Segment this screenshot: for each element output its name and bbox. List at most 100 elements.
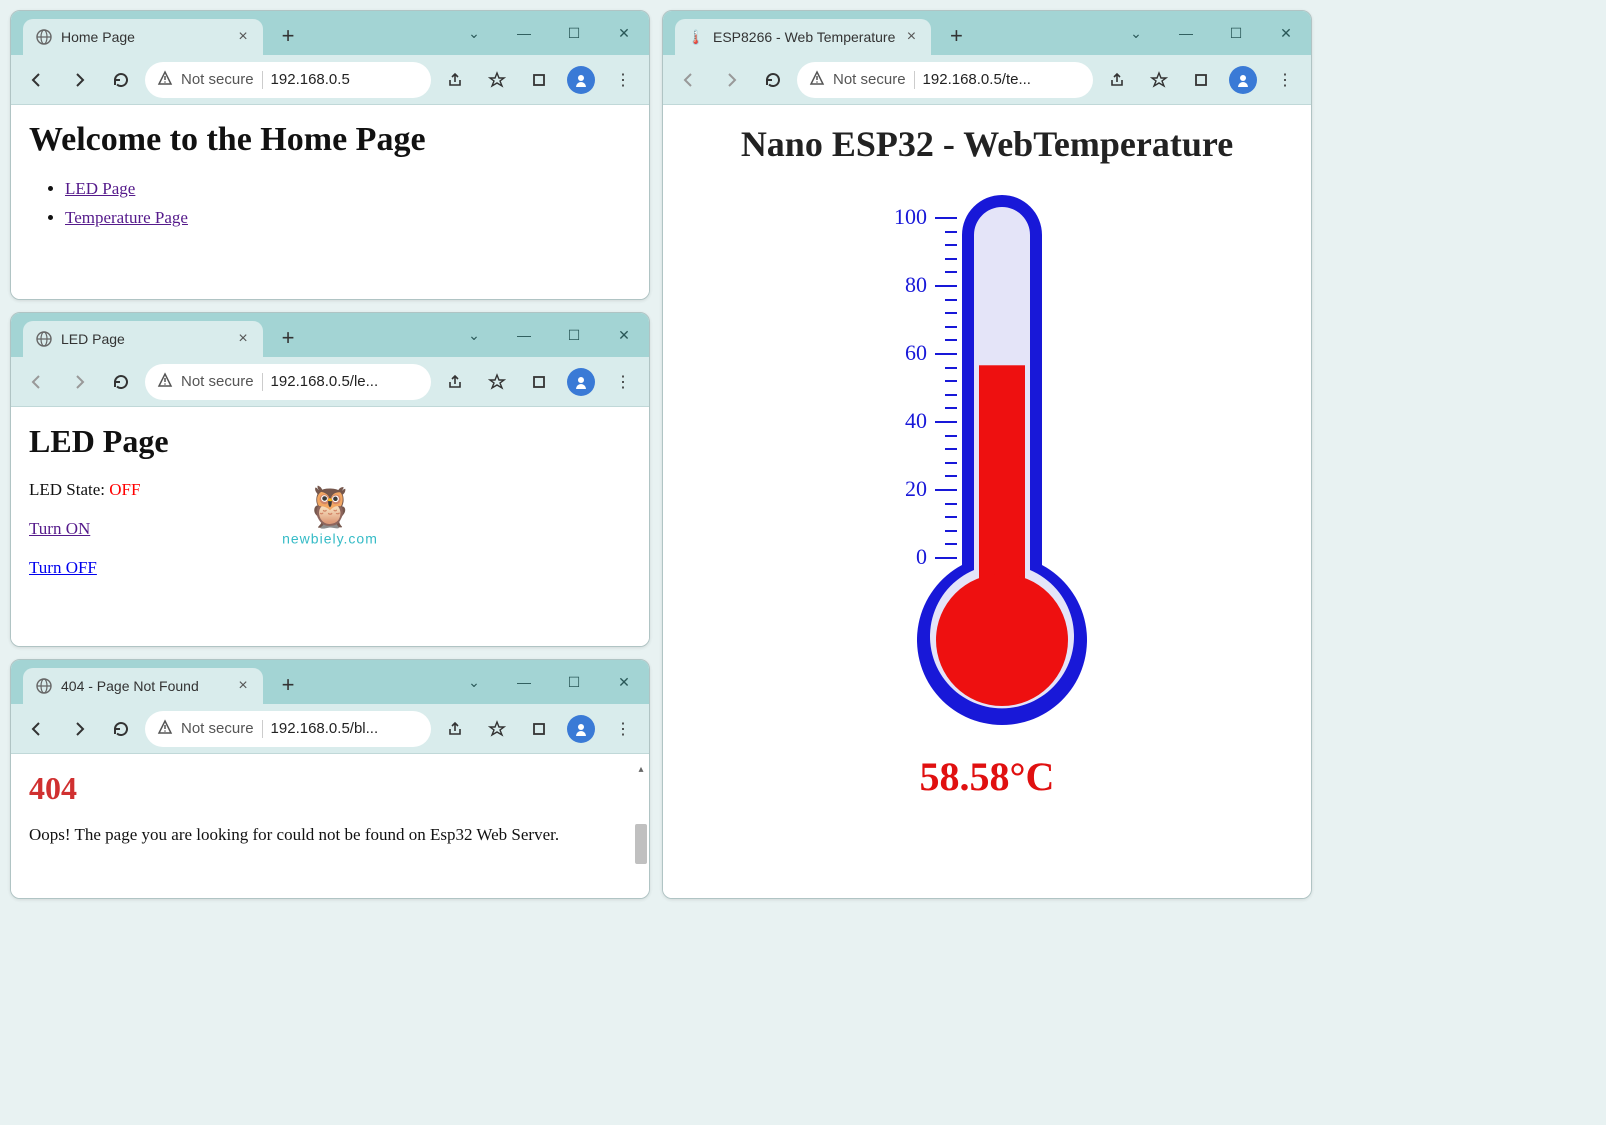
tab-led[interactable]: LED Page ×	[23, 321, 263, 357]
scrollbar-thumb[interactable]	[635, 824, 647, 864]
tab-title: 404 - Page Not Found	[61, 678, 227, 694]
close-button[interactable]: ✕	[599, 11, 649, 55]
maximize-button[interactable]: ☐	[549, 11, 599, 55]
globe-icon	[35, 330, 53, 348]
chevron-down-icon[interactable]: ⌄	[449, 313, 499, 357]
reload-button[interactable]	[103, 62, 139, 98]
address-bar[interactable]: Not secure 192.168.0.5/te...	[797, 62, 1093, 98]
share-icon[interactable]	[437, 62, 473, 98]
reload-button[interactable]	[103, 364, 139, 400]
maximize-button[interactable]: ☐	[549, 660, 599, 704]
star-icon[interactable]	[479, 711, 515, 747]
browser-window-temperature: 🌡️ ESP8266 - Web Temperature × + ⌄ — ☐ ✕…	[662, 10, 1312, 899]
scroll-up-icon[interactable]: ▴	[635, 764, 647, 776]
share-icon[interactable]	[437, 711, 473, 747]
chevron-down-icon[interactable]: ⌄	[1111, 11, 1161, 55]
reload-button[interactable]	[103, 711, 139, 747]
back-button[interactable]	[671, 62, 707, 98]
tab-close-icon[interactable]: ×	[235, 29, 251, 45]
star-icon[interactable]	[1141, 62, 1177, 98]
close-button[interactable]: ✕	[599, 313, 649, 357]
tab-temperature[interactable]: 🌡️ ESP8266 - Web Temperature ×	[675, 19, 931, 55]
tab-strip: LED Page × + ⌄ — ☐ ✕	[11, 313, 649, 357]
profile-avatar[interactable]	[563, 364, 599, 400]
new-tab-button[interactable]: +	[273, 323, 303, 353]
toolbar: Not secure 192.168.0.5/le... ⋮	[11, 357, 649, 407]
tab-home[interactable]: Home Page ×	[23, 19, 263, 55]
toolbar: Not secure 192.168.0.5/bl... ⋮	[11, 704, 649, 754]
divider	[262, 71, 263, 89]
star-icon[interactable]	[479, 364, 515, 400]
close-button[interactable]: ✕	[1261, 11, 1311, 55]
maximize-button[interactable]: ☐	[549, 313, 599, 357]
page-content-404: 404 Oops! The page you are looking for c…	[11, 754, 649, 898]
window-controls: ⌄ — ☐ ✕	[1111, 11, 1311, 55]
link-led-page[interactable]: LED Page	[65, 179, 135, 198]
chevron-down-icon[interactable]: ⌄	[449, 660, 499, 704]
browser-window-404: 404 - Page Not Found × + ⌄ — ☐ ✕ Not sec…	[10, 659, 650, 899]
menu-icon[interactable]: ⋮	[605, 711, 641, 747]
menu-icon[interactable]: ⋮	[605, 62, 641, 98]
share-icon[interactable]	[437, 364, 473, 400]
tab-strip: 404 - Page Not Found × + ⌄ — ☐ ✕	[11, 660, 649, 704]
divider	[262, 373, 263, 391]
minimize-button[interactable]: —	[499, 11, 549, 55]
page-content-home: Welcome to the Home Page LED Page Temper…	[11, 105, 649, 299]
link-turn-on[interactable]: Turn ON	[29, 519, 90, 538]
url-text: 192.168.0.5/te...	[923, 71, 1081, 88]
watermark-text: newbiely.com	[282, 530, 378, 546]
tab-close-icon[interactable]: ×	[235, 678, 251, 694]
favicon-icon: 🌡️	[687, 28, 705, 46]
share-icon[interactable]	[1099, 62, 1135, 98]
profile-avatar[interactable]	[563, 711, 599, 747]
back-button[interactable]	[19, 364, 55, 400]
page-heading: Welcome to the Home Page	[29, 121, 631, 159]
temperature-value: 58.58°C	[920, 753, 1055, 800]
new-tab-button[interactable]: +	[941, 21, 971, 51]
browser-window-led: LED Page × + ⌄ — ☐ ✕ Not secure 192.168.…	[10, 312, 650, 647]
extensions-icon[interactable]	[521, 711, 557, 747]
minimize-button[interactable]: —	[499, 660, 549, 704]
minimize-button[interactable]: —	[499, 313, 549, 357]
forward-button[interactable]	[61, 62, 97, 98]
security-label: Not secure	[181, 720, 254, 737]
maximize-button[interactable]: ☐	[1211, 11, 1261, 55]
link-temperature-page[interactable]: Temperature Page	[65, 208, 188, 227]
tab-strip: Home Page × + ⌄ — ☐ ✕	[11, 11, 649, 55]
scrollbar[interactable]: ▴	[635, 764, 647, 888]
extensions-icon[interactable]	[521, 364, 557, 400]
address-bar[interactable]: Not secure 192.168.0.5/le...	[145, 364, 431, 400]
star-icon[interactable]	[479, 62, 515, 98]
address-bar[interactable]: Not secure 192.168.0.5/bl...	[145, 711, 431, 747]
profile-avatar[interactable]	[563, 62, 599, 98]
back-button[interactable]	[19, 62, 55, 98]
led-state-value: OFF	[109, 480, 140, 499]
tab-close-icon[interactable]: ×	[235, 331, 251, 347]
chevron-down-icon[interactable]: ⌄	[449, 11, 499, 55]
security-label: Not secure	[833, 71, 906, 88]
reload-button[interactable]	[755, 62, 791, 98]
minimize-button[interactable]: —	[1161, 11, 1211, 55]
extensions-icon[interactable]	[521, 62, 557, 98]
new-tab-button[interactable]: +	[273, 21, 303, 51]
address-bar[interactable]: Not secure 192.168.0.5	[145, 62, 431, 98]
back-button[interactable]	[19, 711, 55, 747]
divider	[262, 720, 263, 738]
tab-strip: 🌡️ ESP8266 - Web Temperature × + ⌄ — ☐ ✕	[663, 11, 1311, 55]
forward-button[interactable]	[61, 711, 97, 747]
security-label: Not secure	[181, 71, 254, 88]
link-list: LED Page Temperature Page	[65, 175, 631, 233]
link-turn-off[interactable]: Turn OFF	[29, 558, 97, 577]
toolbar: Not secure 192.168.0.5 ⋮	[11, 55, 649, 105]
forward-button[interactable]	[713, 62, 749, 98]
tab-close-icon[interactable]: ×	[903, 29, 919, 45]
close-button[interactable]: ✕	[599, 660, 649, 704]
tab-404[interactable]: 404 - Page Not Found ×	[23, 668, 263, 704]
menu-icon[interactable]: ⋮	[1267, 62, 1303, 98]
forward-button[interactable]	[61, 364, 97, 400]
extensions-icon[interactable]	[1183, 62, 1219, 98]
new-tab-button[interactable]: +	[273, 670, 303, 700]
profile-avatar[interactable]	[1225, 62, 1261, 98]
page-content-temperature: Nano ESP32 - WebTemperature 100806040200…	[663, 105, 1311, 898]
menu-icon[interactable]: ⋮	[605, 364, 641, 400]
